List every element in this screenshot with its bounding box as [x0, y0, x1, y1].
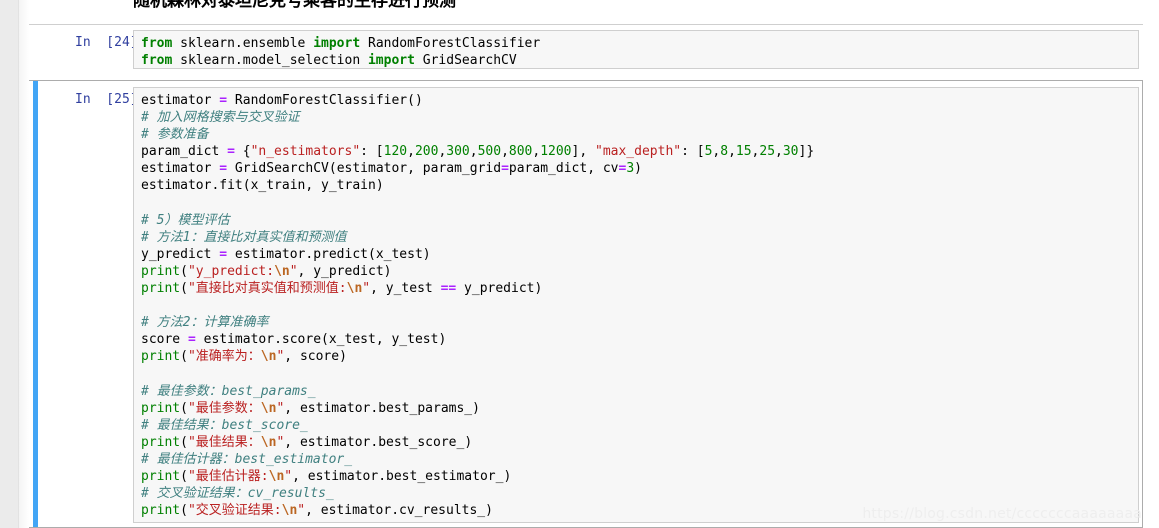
code-input-area-24[interactable]: from sklearn.ensemble import RandomFores… [133, 30, 1139, 69]
code-cell-25[interactable]: In [25]: estimator = RandomForestClassif… [29, 80, 1143, 528]
blog-watermark: https://blog.csdn.net/cccccccaaaaaaaa [862, 506, 1142, 522]
code-cell-24[interactable]: In [24]: from sklearn.ensemble import Ra… [29, 24, 1143, 73]
selected-cell-marker [33, 81, 38, 527]
code-input-area-25[interactable]: estimator = RandomForestClassifier() # 加… [133, 87, 1139, 523]
markdown-heading: 随机森林对泰坦尼克号乘客的生存进行预测 [133, 0, 456, 11]
code-text-25[interactable]: estimator = RandomForestClassifier() # 加… [141, 92, 814, 519]
notebook-viewport: 随机森林对泰坦尼克号乘客的生存进行预测 In [24]: from sklear… [0, 0, 1159, 528]
code-text-24[interactable]: from sklearn.ensemble import RandomFores… [141, 35, 540, 68]
page-left-gutter [0, 0, 19, 528]
page-left-gutter-fade [19, 0, 29, 528]
